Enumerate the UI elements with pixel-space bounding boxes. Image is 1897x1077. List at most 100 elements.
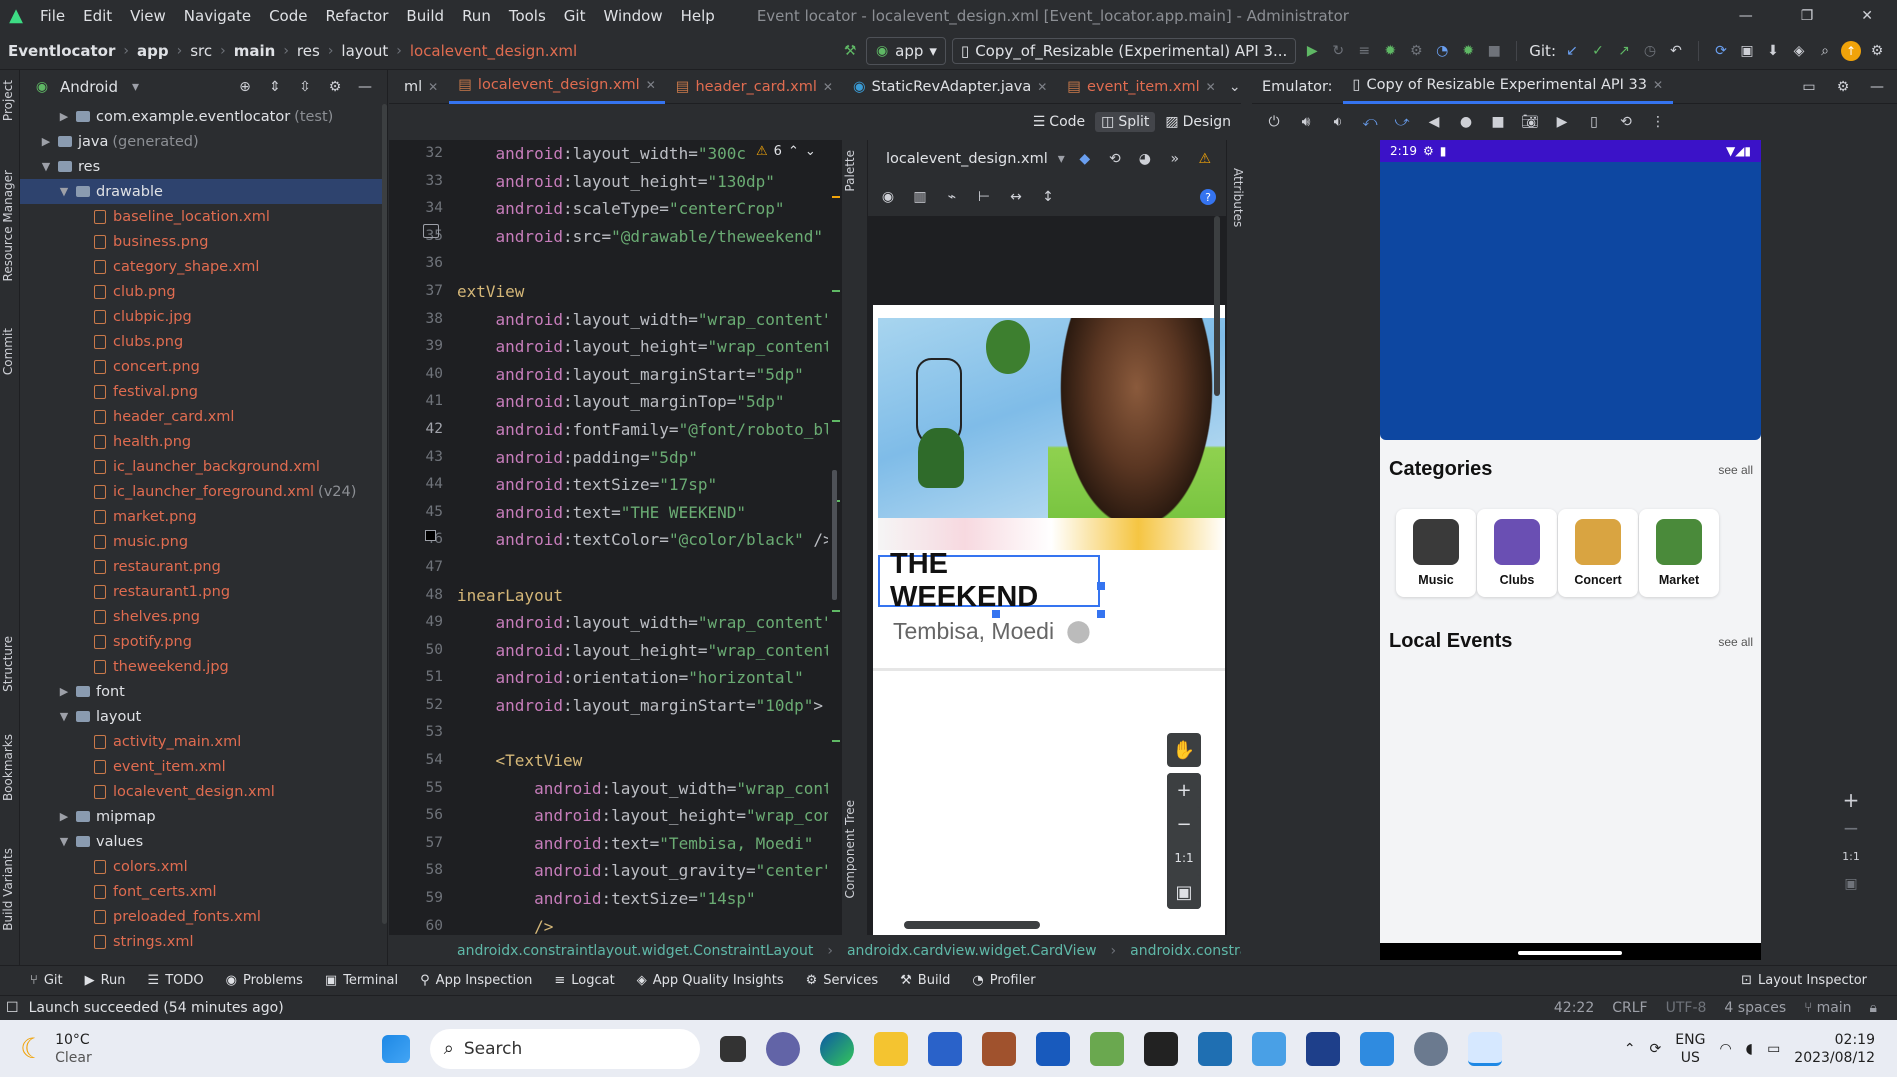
code-line[interactable]: android:src="@drawable/theweekend" / xyxy=(457,223,842,251)
notepad-icon[interactable] xyxy=(1251,1031,1286,1066)
local-events-see-all[interactable]: see all xyxy=(1718,635,1753,649)
theme-icon[interactable]: ◕ xyxy=(1135,149,1155,169)
hide-panel-icon[interactable]: — xyxy=(1867,77,1887,97)
more-options-icon[interactable]: ⋮ xyxy=(1648,112,1668,132)
updates-icon[interactable]: ↑ xyxy=(1841,40,1861,61)
tree-file[interactable]: activity_main.xml xyxy=(20,729,387,754)
attributes-tab[interactable]: Attributes xyxy=(1231,168,1245,227)
chevron-up-icon[interactable]: ⌃ xyxy=(1624,1041,1636,1057)
attach-process-icon[interactable]: ✹ xyxy=(1458,41,1478,61)
tree-file[interactable]: market.png xyxy=(20,504,387,529)
code-line[interactable]: inearLayout xyxy=(457,582,842,610)
code-line[interactable]: android:layout_height="130dp" xyxy=(457,168,842,196)
code-line[interactable]: android:textSize="17sp" xyxy=(457,471,842,499)
zoom-in-button[interactable]: + xyxy=(1167,773,1201,807)
next-highlight-icon[interactable]: ⌄ xyxy=(805,144,816,159)
code-line[interactable] xyxy=(457,554,842,582)
sync-gradle-icon[interactable]: ⟳ xyxy=(1711,41,1731,61)
chevron-right-icon[interactable]: ▶ xyxy=(56,685,72,698)
zoom-out-button[interactable]: − xyxy=(1167,807,1201,841)
preview-scrollbar[interactable] xyxy=(904,921,1040,929)
code-line[interactable]: android:text="THE WEEKEND" xyxy=(457,499,842,527)
category-card[interactable]: Concert xyxy=(1558,509,1638,597)
category-card[interactable]: Market xyxy=(1639,509,1719,597)
collapse-all-icon[interactable]: ⇳ xyxy=(295,77,315,97)
zoom-fit-icon[interactable]: ▣ xyxy=(1167,875,1201,909)
battery-icon[interactable]: ▭ xyxy=(1767,1041,1780,1057)
tree-file[interactable]: ic_launcher_background.xml xyxy=(20,454,387,479)
breadcrumb-item[interactable]: app xyxy=(137,42,169,60)
caret-position[interactable]: 42:22 xyxy=(1554,1000,1594,1016)
code-line[interactable]: android:text="Tembisa, Moedi" xyxy=(457,830,842,858)
editor-breadcrumb-item[interactable]: androidx.constraintlayo xyxy=(1130,943,1241,959)
git-branch[interactable]: ⑂ main xyxy=(1804,1000,1851,1016)
editor-breadcrumb-item[interactable]: androidx.constraintlayout.widget.Constra… xyxy=(457,943,813,959)
tree-file[interactable]: restaurant.png xyxy=(20,554,387,579)
speaker-icon[interactable]: ◖ xyxy=(1746,1041,1753,1057)
chevron-down-icon[interactable]: ▾ xyxy=(1058,151,1065,167)
device-dropdown[interactable]: ▯ Copy_of_Resizable (Experimental) API 3.… xyxy=(951,37,1297,64)
hide-panel-icon[interactable]: — xyxy=(355,77,375,97)
chevron-right-icon[interactable]: ▶ xyxy=(56,810,72,823)
card-title-textview[interactable]: THE WEEKEND xyxy=(878,548,1100,613)
gear-icon[interactable]: ⚙ xyxy=(1833,77,1853,97)
tree-file[interactable]: header_card.xml xyxy=(20,404,387,429)
design-mode-button[interactable]: ▨ Design xyxy=(1165,114,1231,130)
git-update-icon[interactable]: ↙ xyxy=(1562,41,1582,61)
tool-window-app-quality-insights[interactable]: ◈ App Quality Insights xyxy=(637,973,784,988)
tree-file[interactable]: clubs.png xyxy=(20,329,387,354)
menu-code[interactable]: Code xyxy=(269,7,307,25)
tree-file[interactable]: health.png xyxy=(20,429,387,454)
clock[interactable]: 02:19 2023/08/12 xyxy=(1794,1031,1875,1067)
store-icon[interactable] xyxy=(927,1031,962,1066)
apply-code-changes-icon[interactable]: ≡ xyxy=(1354,41,1374,61)
close-tab-icon[interactable]: ✕ xyxy=(1206,80,1216,94)
rotate-right-icon[interactable]: ⤻ xyxy=(1392,112,1412,132)
menu-view[interactable]: View xyxy=(130,7,166,25)
expand-all-icon[interactable]: ⇕ xyxy=(265,77,285,97)
code-line[interactable]: android:textColor="@color/black" /> xyxy=(457,526,842,554)
word-icon[interactable] xyxy=(1035,1031,1070,1066)
menu-tools[interactable]: Tools xyxy=(509,7,546,25)
tree-file[interactable]: font_certs.xml xyxy=(20,879,387,904)
tool-window-build[interactable]: ⚒ Build xyxy=(900,973,950,988)
indent-setting[interactable]: 4 spaces xyxy=(1724,1000,1786,1016)
breadcrumb-item[interactable]: res xyxy=(297,42,320,60)
teams-icon[interactable] xyxy=(765,1031,800,1066)
tool-window-logcat[interactable]: ≡ Logcat xyxy=(554,973,614,988)
code-line[interactable]: android:layout_marginStart="10dp"> xyxy=(457,692,842,720)
tree-folder[interactable]: ▶ mipmap xyxy=(20,804,387,829)
tool-window-app-inspection[interactable]: ⚲ App Inspection xyxy=(420,973,532,988)
code-line[interactable]: android:layout_marginTop="5dp" xyxy=(457,388,842,416)
chevron-down-icon[interactable]: ⌄ xyxy=(1225,77,1245,97)
photos-icon[interactable] xyxy=(981,1031,1016,1066)
editor-tab[interactable]: ◉ StaticRevAdapter.java ✕ xyxy=(844,70,1056,104)
breadcrumb-item[interactable]: localevent_design.xml xyxy=(410,42,577,60)
blueprint-icon[interactable]: ▥ xyxy=(910,187,930,207)
minimize-window-icon[interactable]: — xyxy=(1739,8,1753,24)
restore-window-icon[interactable]: ❐ xyxy=(1801,8,1814,24)
close-tab-icon[interactable]: ✕ xyxy=(646,78,656,92)
more-icon[interactable]: » xyxy=(1165,149,1185,169)
selection-handle[interactable] xyxy=(1097,582,1105,590)
category-card[interactable]: Music xyxy=(1396,509,1476,597)
tree-file[interactable]: category_shape.xml xyxy=(20,254,387,279)
image-gutter-icon[interactable] xyxy=(423,224,439,238)
power-icon[interactable]: ⏻ xyxy=(1264,112,1284,132)
code-line[interactable] xyxy=(457,719,842,747)
task-view-icon[interactable] xyxy=(719,1035,746,1062)
close-tab-icon[interactable]: ✕ xyxy=(1653,78,1663,92)
file-encoding[interactable]: UTF-8 xyxy=(1666,1000,1707,1016)
breadcrumb-item[interactable]: main xyxy=(234,42,276,60)
expand-vertical-icon[interactable]: ↕ xyxy=(1038,187,1058,207)
paint-icon[interactable] xyxy=(1359,1031,1394,1066)
tree-folder[interactable]: ▶ font xyxy=(20,679,387,704)
selection-handle[interactable] xyxy=(992,610,1000,618)
file-explorer-icon[interactable] xyxy=(873,1031,908,1066)
tool-window-problems[interactable]: ◉ Problems xyxy=(226,973,303,988)
zoom-actual-button[interactable]: 1:1 xyxy=(1167,841,1201,875)
tree-file[interactable]: concert.png xyxy=(20,354,387,379)
preview-vscrollbar[interactable] xyxy=(1214,216,1220,396)
lock-icon[interactable]: 🔒︎ xyxy=(1870,1000,1877,1016)
rollback-icon[interactable]: ↶ xyxy=(1666,41,1686,61)
